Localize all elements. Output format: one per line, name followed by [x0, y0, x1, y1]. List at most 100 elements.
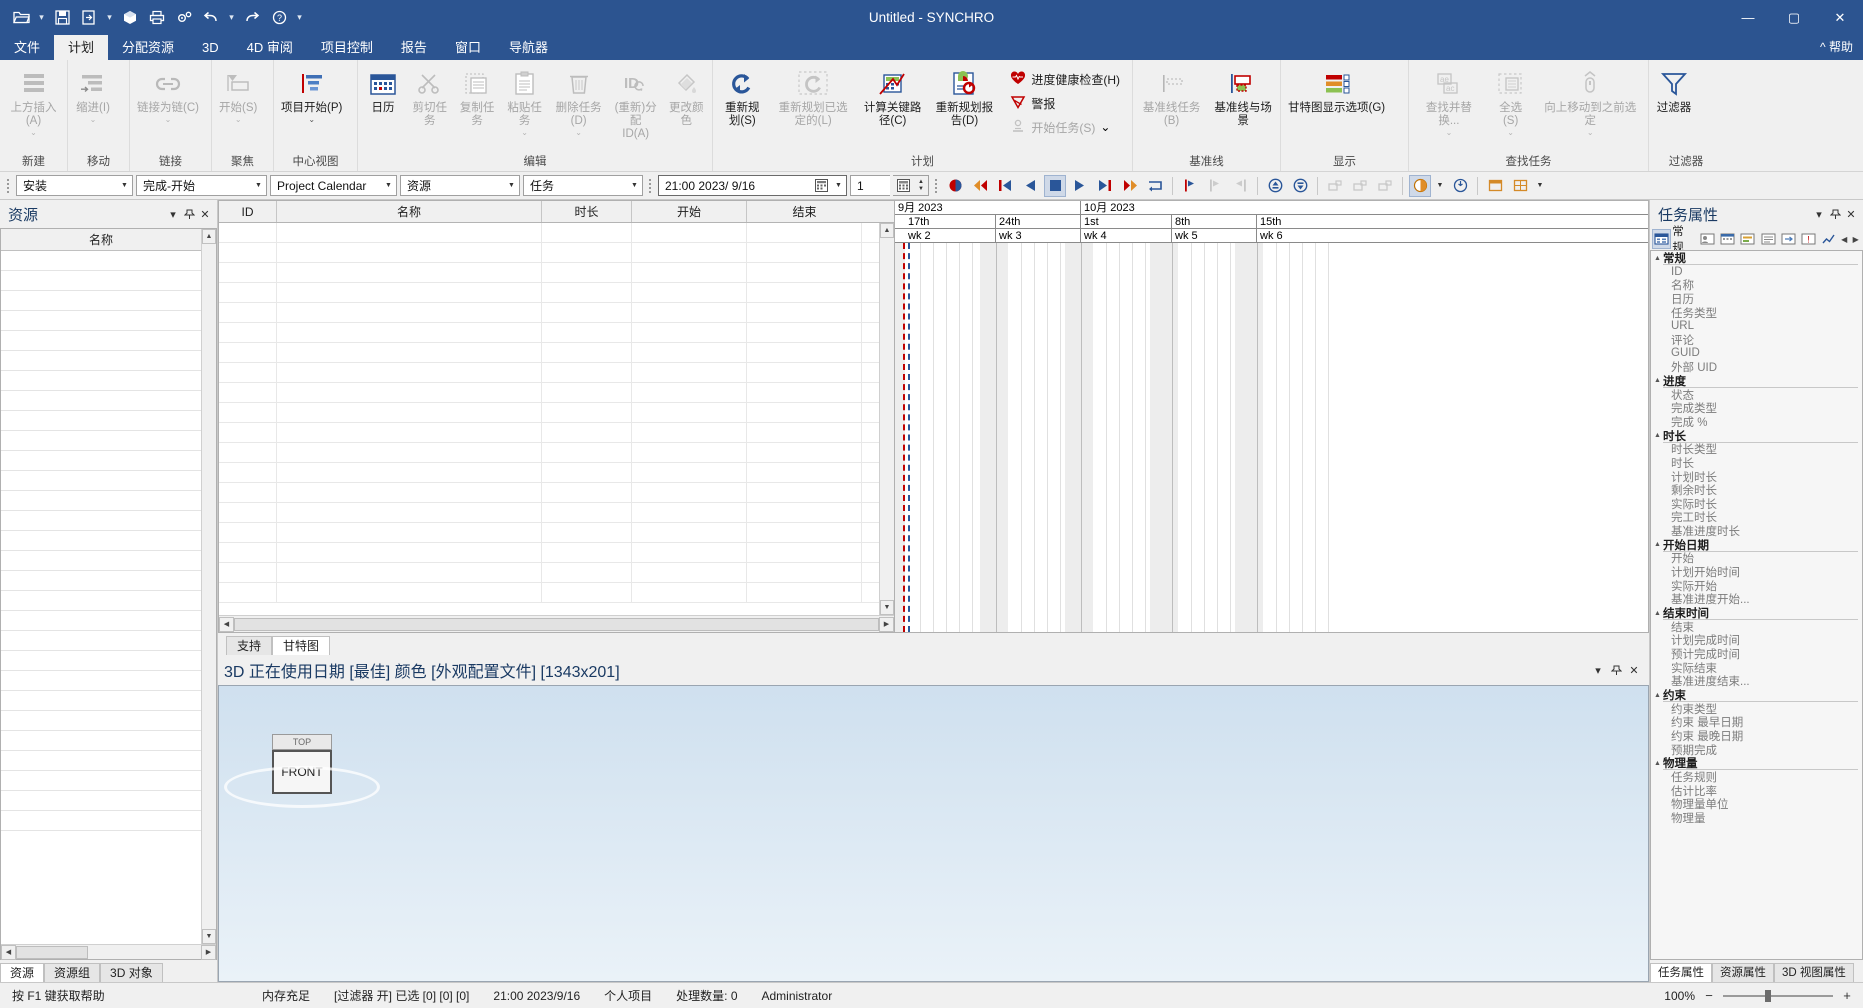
redo-icon[interactable]: [239, 5, 265, 31]
step-spinner[interactable]: ▲ ▼: [914, 175, 928, 196]
zoom-in-button[interactable]: +: [1841, 988, 1853, 1003]
scroll-right-button[interactable]: ▶: [201, 944, 216, 960]
skip-start-button[interactable]: [969, 175, 991, 197]
reschedule-selected-button[interactable]: 重新规划已选定的(L): [770, 64, 857, 130]
property-guid[interactable]: GUID: [1651, 347, 1862, 361]
list-item[interactable]: [1, 631, 201, 651]
critical-path-button[interactable]: 计算关键路径(C): [857, 64, 929, 130]
view-grid-button[interactable]: [1509, 175, 1531, 197]
tab-window[interactable]: 窗口: [441, 35, 495, 60]
calendar-button[interactable]: 日历: [360, 64, 406, 117]
package-icon[interactable]: [117, 5, 143, 31]
property-group-quantity[interactable]: ▲ 物理量: [1651, 756, 1862, 771]
view-dropdown-icon[interactable]: ▼: [1534, 182, 1546, 189]
tab-4d-review[interactable]: 4D 审阅: [233, 35, 307, 60]
help-icon[interactable]: ?: [266, 5, 292, 31]
toolbar-grip-2[interactable]: [648, 177, 653, 195]
properties-prev-icon[interactable]: ◀: [1839, 229, 1850, 249]
list-item[interactable]: [1, 451, 201, 471]
list-item[interactable]: [1, 251, 201, 271]
resource-panel-close-icon[interactable]: ✕: [197, 206, 213, 222]
tab-file[interactable]: 文件: [0, 35, 54, 60]
chevron-down-icon[interactable]: ⌄: [90, 115, 97, 124]
properties-collapse-icon[interactable]: ▾: [1811, 206, 1827, 222]
view-mode-button[interactable]: [1484, 175, 1506, 197]
chevron-down-icon[interactable]: ⌄: [165, 115, 172, 124]
list-item[interactable]: [1, 491, 201, 511]
property-complete-type[interactable]: 完成类型: [1651, 401, 1862, 415]
table-row[interactable]: [219, 363, 879, 383]
list-item[interactable]: [1, 731, 201, 751]
table-row[interactable]: [219, 423, 879, 443]
focus-marker-button[interactable]: [1179, 175, 1201, 197]
chevron-down-icon[interactable]: ⌄: [1100, 120, 1110, 134]
property-status[interactable]: 状态: [1651, 388, 1862, 402]
table-row[interactable]: [219, 323, 879, 343]
chevron-down-icon[interactable]: ⌄: [521, 128, 528, 137]
scroll-down-button[interactable]: ▼: [880, 600, 894, 615]
open-icon[interactable]: [8, 5, 34, 31]
skip-end-button[interactable]: [1119, 175, 1141, 197]
table-row[interactable]: [219, 523, 879, 543]
view-cube-top-face[interactable]: TOP: [272, 734, 332, 750]
tab-plan[interactable]: 计划: [54, 35, 109, 60]
property-baseline-finish[interactable]: 基准进度结束...: [1651, 674, 1862, 688]
table-row[interactable]: [219, 303, 879, 323]
anchor-up-button[interactable]: [1264, 175, 1286, 197]
table-row[interactable]: [219, 543, 879, 563]
table-row[interactable]: [219, 243, 879, 263]
list-item[interactable]: [1, 331, 201, 351]
loop-button[interactable]: [1144, 175, 1166, 197]
tab-resources[interactable]: 资源: [0, 963, 45, 982]
save-icon[interactable]: [49, 5, 75, 31]
properties-list[interactable]: ▲ 常规 ID 名称 日历 任务类型 URL 评论 GUID 外部 UID ▲ …: [1650, 250, 1863, 960]
column-header-start[interactable]: 开始: [632, 201, 747, 222]
list-item[interactable]: [1, 751, 201, 771]
chevron-down-icon[interactable]: ⌄: [1507, 128, 1514, 137]
list-item[interactable]: [1, 611, 201, 631]
camera1-button[interactable]: [1324, 175, 1346, 197]
list-item[interactable]: [1, 691, 201, 711]
tab-support[interactable]: 支持: [226, 636, 273, 655]
list-item[interactable]: [1, 531, 201, 551]
table-row[interactable]: [219, 443, 879, 463]
property-task-rule[interactable]: 任务规则: [1651, 770, 1862, 784]
properties-next-icon[interactable]: ▶: [1850, 229, 1861, 249]
general-tab-icon[interactable]: [1652, 229, 1672, 249]
filter-button[interactable]: 过滤器: [1651, 64, 1697, 117]
property-expected-finish[interactable]: 预计完成时间: [1651, 647, 1862, 661]
tab-resource-groups[interactable]: 资源组: [44, 963, 101, 982]
open-dropdown-icon[interactable]: ▾: [35, 5, 48, 31]
property-constraint-earliest[interactable]: 约束 最早日期: [1651, 716, 1862, 729]
task-grid-rows[interactable]: [219, 223, 879, 615]
table-row[interactable]: [219, 403, 879, 423]
customize-toolbar-icon[interactable]: ▾: [293, 5, 306, 31]
reschedule-report-button[interactable]: 重新规划报告(D): [929, 64, 1001, 130]
list-item[interactable]: [1, 311, 201, 331]
scroll-thumb[interactable]: [234, 617, 879, 631]
table-row[interactable]: [219, 483, 879, 503]
project-start-button[interactable]: 项目开始(P) ⌄: [276, 64, 347, 126]
shading-button[interactable]: [1409, 174, 1431, 197]
task-combo[interactable]: 任务 ▼: [523, 175, 643, 196]
play-reverse-button[interactable]: [1019, 175, 1041, 197]
table-row[interactable]: [219, 343, 879, 363]
gear-icon[interactable]: [171, 5, 197, 31]
help-link[interactable]: ^ 帮助: [1820, 35, 1863, 60]
chevron-down-icon[interactable]: ▲: [1654, 377, 1661, 384]
chevron-down-icon[interactable]: ▲: [1654, 760, 1661, 767]
property-actual-start[interactable]: 实际开始: [1651, 579, 1862, 593]
3d-panel-pin-icon[interactable]: [1607, 661, 1625, 679]
focus-end-button[interactable]: [1229, 175, 1251, 197]
list-item[interactable]: [1, 371, 201, 391]
list-item[interactable]: [1, 471, 201, 491]
select-all-button[interactable]: 全选(S) ⌄: [1487, 64, 1535, 139]
gantt-display-options-button[interactable]: 甘特图显示选项(G): [1283, 64, 1390, 117]
property-url[interactable]: URL: [1651, 319, 1862, 333]
resource-tab-icon[interactable]: [1698, 229, 1717, 249]
toolbar-grip[interactable]: [6, 177, 11, 195]
chevron-down-icon[interactable]: ▲: [1654, 432, 1661, 439]
property-quantity-unit[interactable]: 物理量单位: [1651, 798, 1862, 811]
property-duration[interactable]: 时长: [1651, 456, 1862, 470]
resource-vertical-scrollbar[interactable]: ▲ ▼: [201, 229, 216, 944]
